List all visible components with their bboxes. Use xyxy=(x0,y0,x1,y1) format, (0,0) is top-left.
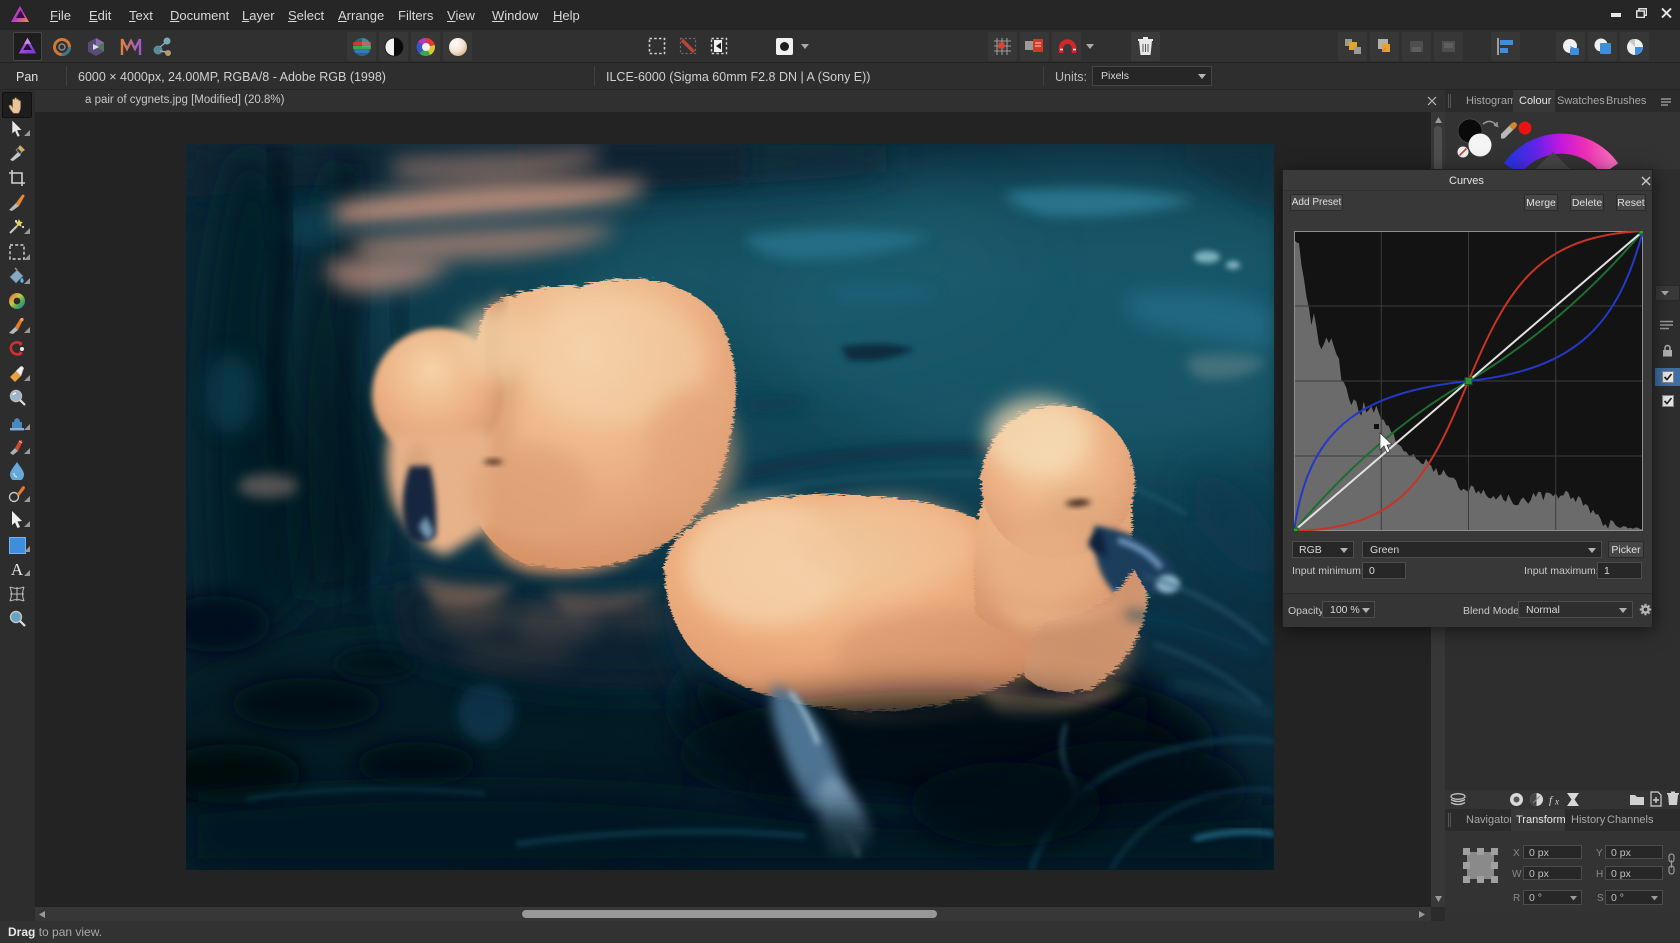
svg-text:A: A xyxy=(11,560,24,578)
svg-text:x: x xyxy=(1554,797,1559,807)
svg-text:f: f xyxy=(1549,795,1554,807)
